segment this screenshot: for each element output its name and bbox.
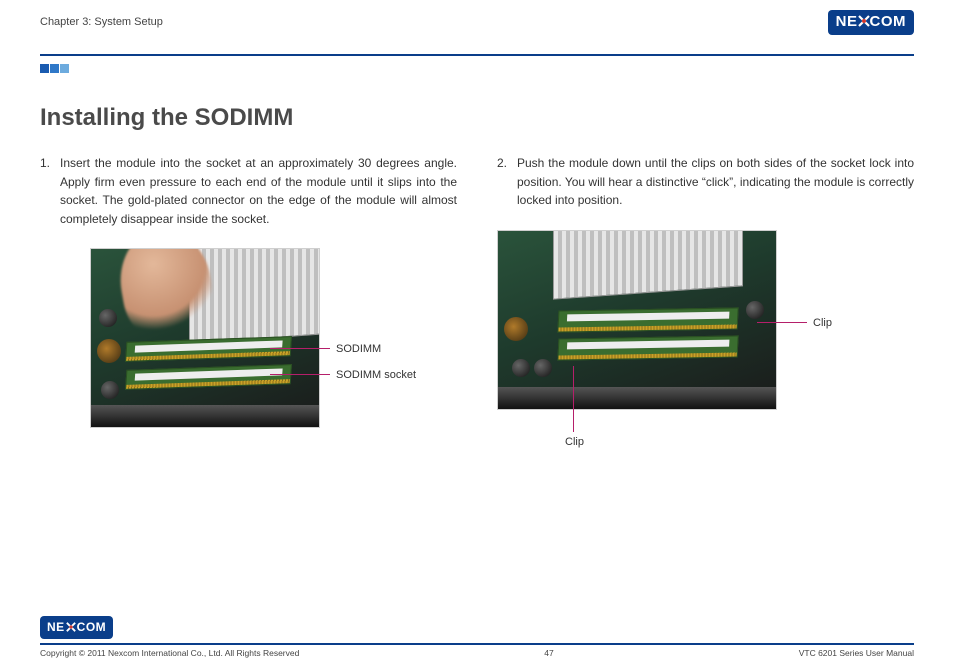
logo-part1: NE xyxy=(836,13,858,30)
step-1-number: 1. xyxy=(40,154,54,228)
brand-logo-top: NE COM xyxy=(828,10,914,35)
step-2-number: 2. xyxy=(497,154,511,210)
logo-x xyxy=(858,13,870,30)
brand-logo-bottom: NECOM xyxy=(40,616,914,639)
page-number: 47 xyxy=(544,648,553,658)
right-column: 2. Push the module down until the clips … xyxy=(497,154,914,488)
step-1: 1. Insert the module into the socket at … xyxy=(40,154,457,228)
label-clip-bottom: Clip xyxy=(565,434,584,451)
chapter-label: Chapter 3: System Setup xyxy=(40,16,163,28)
footer-rule xyxy=(40,643,914,645)
step-2: 2. Push the module down until the clips … xyxy=(497,154,914,210)
label-sodimm: SODIMM xyxy=(336,341,381,358)
header-rule xyxy=(40,54,914,56)
page-header: Chapter 3: System Setup NE COM xyxy=(40,14,914,46)
copyright-text: Copyright © 2011 Nexcom International Co… xyxy=(40,648,299,658)
photo-locked-sodimm xyxy=(497,230,777,410)
decorative-squares xyxy=(40,60,914,78)
manual-name: VTC 6201 Series User Manual xyxy=(799,648,914,658)
label-clip-right: Clip xyxy=(813,315,832,332)
figure-1: SODIMM SODIMM socket xyxy=(40,248,457,488)
photo-insert-sodimm xyxy=(90,248,320,428)
page-footer: NECOM Copyright © 2011 Nexcom Internatio… xyxy=(40,616,914,658)
left-column: 1. Insert the module into the socket at … xyxy=(40,154,457,488)
step-2-text: Push the module down until the clips on … xyxy=(517,154,914,210)
label-sodimm-socket: SODIMM socket xyxy=(336,367,416,384)
page-title: Installing the SODIMM xyxy=(40,104,914,132)
step-1-text: Insert the module into the socket at an … xyxy=(60,154,457,228)
logo-part2: COM xyxy=(870,13,907,30)
figure-2: Clip Clip xyxy=(497,230,914,470)
